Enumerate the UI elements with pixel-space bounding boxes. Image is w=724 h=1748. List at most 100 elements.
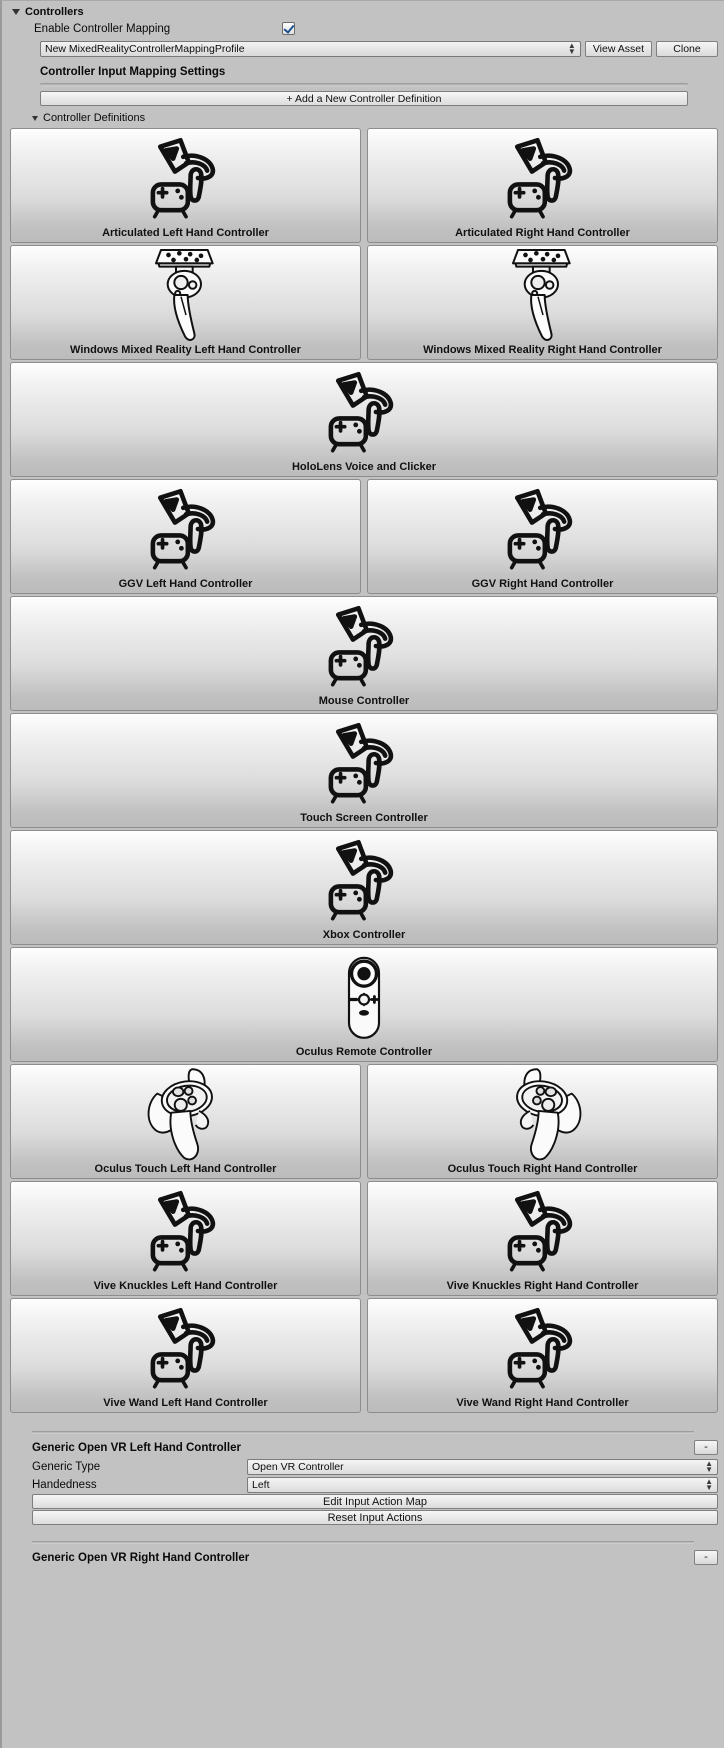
controller-card-label: Vive Wand Left Hand Controller xyxy=(103,1396,268,1409)
controller-row: Oculus Touch Left Hand Controller Oculus… xyxy=(10,1064,718,1179)
controller-card-label: GGV Right Hand Controller xyxy=(471,577,614,590)
controller-settings-blocks: Generic Open VR Left Hand Controller - Gen… xyxy=(2,1415,724,1565)
controller-row: Articulated Left Hand Controller Articul… xyxy=(10,128,718,243)
generic-type-dropdown[interactable]: Open VR Controller ▲ ▼ xyxy=(247,1458,718,1475)
controller-card[interactable]: Oculus Remote Controller xyxy=(10,947,718,1062)
settings-block-header: Generic Open VR Right Hand Controller - xyxy=(32,1550,718,1565)
controller-card-label: Vive Wand Right Hand Controller xyxy=(456,1396,629,1409)
controller-definitions-foldout[interactable]: Controller Definitions xyxy=(30,110,718,126)
controller-row: HoloLens Voice and Clicker xyxy=(10,362,718,477)
controller-card-label: Xbox Controller xyxy=(322,928,406,941)
hand-gesture-icon xyxy=(11,1303,360,1392)
hand-gesture-icon xyxy=(11,367,717,456)
settings-block-header: Generic Open VR Left Hand Controller - xyxy=(32,1440,718,1455)
hand-gesture-icon xyxy=(368,1303,717,1392)
controller-row: Windows Mixed Reality Left Hand Controll… xyxy=(10,245,718,360)
hand-gesture-icon xyxy=(11,601,717,690)
settings-block-title: Generic Open VR Right Hand Controller xyxy=(32,1551,250,1564)
controller-card-label: Articulated Right Hand Controller xyxy=(455,226,630,239)
controller-card[interactable]: Oculus Touch Right Hand Controller xyxy=(367,1064,718,1179)
oculus-remote-icon xyxy=(11,952,717,1041)
controller-card-label: Vive Knuckles Left Hand Controller xyxy=(93,1279,278,1292)
handedness-label: Handedness xyxy=(32,1478,97,1491)
controller-card[interactable]: Vive Wand Right Hand Controller xyxy=(367,1298,718,1413)
add-controller-definition-button[interactable]: + Add a New Controller Definition xyxy=(40,91,688,106)
profile-value: New MixedRealityControllerMappingProfile xyxy=(45,43,245,55)
view-asset-button[interactable]: View Asset xyxy=(584,41,652,57)
controller-card[interactable]: Touch Screen Controller xyxy=(10,713,718,828)
divider xyxy=(32,1431,694,1434)
controller-settings-block: Generic Open VR Left Hand Controller - Gen… xyxy=(2,1415,724,1525)
controller-card-label: Oculus Touch Right Hand Controller xyxy=(447,1162,638,1175)
controller-row: Touch Screen Controller xyxy=(10,713,718,828)
controller-row: Mouse Controller xyxy=(10,596,718,711)
handedness-label-row: Handedness Left ▲ ▼ xyxy=(32,1476,718,1493)
handedness-dropdown[interactable]: Left ▲ ▼ xyxy=(247,1476,718,1493)
enable-controller-mapping-row: Enable Controller Mapping xyxy=(34,20,718,37)
enable-controller-mapping-checkbox[interactable] xyxy=(282,22,295,35)
controller-card-label: Vive Knuckles Right Hand Controller xyxy=(446,1279,639,1292)
hand-gesture-icon xyxy=(11,484,360,573)
reset-input-actions-button[interactable]: Reset Input Actions xyxy=(32,1510,718,1525)
enable-controller-mapping-label: Enable Controller Mapping xyxy=(34,22,171,35)
controller-card[interactable]: GGV Right Hand Controller xyxy=(367,479,718,594)
edit-input-action-map-button[interactable]: Edit Input Action Map xyxy=(32,1494,718,1509)
controller-card-label: GGV Left Hand Controller xyxy=(118,577,253,590)
controller-card-label: Oculus Touch Left Hand Controller xyxy=(94,1162,277,1175)
hand-gesture-icon xyxy=(11,835,717,924)
divider xyxy=(40,83,688,87)
controller-card[interactable]: Mouse Controller xyxy=(10,596,718,711)
controller-card-label: Windows Mixed Reality Right Hand Control… xyxy=(423,343,662,356)
controller-row: Xbox Controller xyxy=(10,830,718,945)
controller-card-label: HoloLens Voice and Clicker xyxy=(291,460,437,473)
controller-settings-block: Generic Open VR Right Hand Controller - xyxy=(2,1525,724,1565)
triangle-down-icon xyxy=(32,115,38,121)
profile-row: New MixedRealityControllerMappingProfile… xyxy=(40,41,718,57)
controller-card[interactable]: Vive Knuckles Left Hand Controller xyxy=(10,1181,361,1296)
wmr-controller-icon xyxy=(368,248,717,341)
remove-controller-button[interactable]: - xyxy=(694,1440,718,1455)
controller-card[interactable]: Windows Mixed Reality Right Hand Control… xyxy=(367,245,718,360)
controller-row: Vive Wand Left Hand Controller Vive Wand… xyxy=(10,1298,718,1413)
controller-row: Oculus Remote Controller xyxy=(10,947,718,1062)
oculus-touch-right-icon xyxy=(368,1067,717,1160)
controller-card-label: Touch Screen Controller xyxy=(300,811,428,824)
spinner-icon: ▲ ▼ xyxy=(567,41,576,56)
hand-gesture-icon xyxy=(368,133,717,222)
controller-card[interactable]: Articulated Right Hand Controller xyxy=(367,128,718,243)
controller-row: Vive Knuckles Left Hand Controller Vive … xyxy=(10,1181,718,1296)
controller-card[interactable]: HoloLens Voice and Clicker xyxy=(10,362,718,477)
wmr-controller-icon xyxy=(11,248,360,341)
handedness-dropdown-value: Left xyxy=(252,1478,270,1491)
controller-row: GGV Left Hand Controller GGV Right Hand … xyxy=(10,479,718,594)
controller-card-label: Oculus Remote Controller xyxy=(295,1045,433,1058)
chevron-updown-icon: ▲ ▼ xyxy=(705,1476,713,1492)
remove-controller-button[interactable]: - xyxy=(694,1550,718,1565)
controllers-title: Controllers xyxy=(25,6,84,18)
controller-card-label: Windows Mixed Reality Left Hand Controll… xyxy=(70,343,301,356)
controller-card-label: Mouse Controller xyxy=(318,694,410,707)
controller-card[interactable]: Articulated Left Hand Controller xyxy=(10,128,361,243)
controller-card[interactable]: Xbox Controller xyxy=(10,830,718,945)
controller-card[interactable]: Oculus Touch Left Hand Controller xyxy=(10,1064,361,1179)
unity-inspector-window: Controllers Enable Controller Mapping Ne… xyxy=(0,0,724,1748)
controllers-pane: Controllers Enable Controller Mapping Ne… xyxy=(2,4,724,126)
controller-definitions-grid: Articulated Left Hand Controller Articul… xyxy=(10,128,718,1413)
triangle-down-icon xyxy=(12,9,20,15)
controller-card[interactable]: Vive Wand Left Hand Controller xyxy=(10,1298,361,1413)
hand-gesture-icon xyxy=(11,718,717,807)
generic-type-dropdown-value: Open VR Controller xyxy=(252,1460,344,1473)
hand-gesture-icon xyxy=(11,133,360,222)
controller-card[interactable]: GGV Left Hand Controller xyxy=(10,479,361,594)
generic-type-label: Generic Type xyxy=(32,1460,101,1473)
hand-gesture-icon xyxy=(11,1186,360,1275)
chevron-updown-icon: ▲ ▼ xyxy=(705,1458,713,1474)
controller-card[interactable]: Windows Mixed Reality Left Hand Controll… xyxy=(10,245,361,360)
clone-button[interactable]: Clone xyxy=(656,41,718,57)
controllers-foldout[interactable]: Controllers xyxy=(10,4,718,20)
hand-gesture-icon xyxy=(368,484,717,573)
profile-object-field[interactable]: New MixedRealityControllerMappingProfile… xyxy=(40,41,581,57)
controller-card[interactable]: Vive Knuckles Right Hand Controller xyxy=(367,1181,718,1296)
